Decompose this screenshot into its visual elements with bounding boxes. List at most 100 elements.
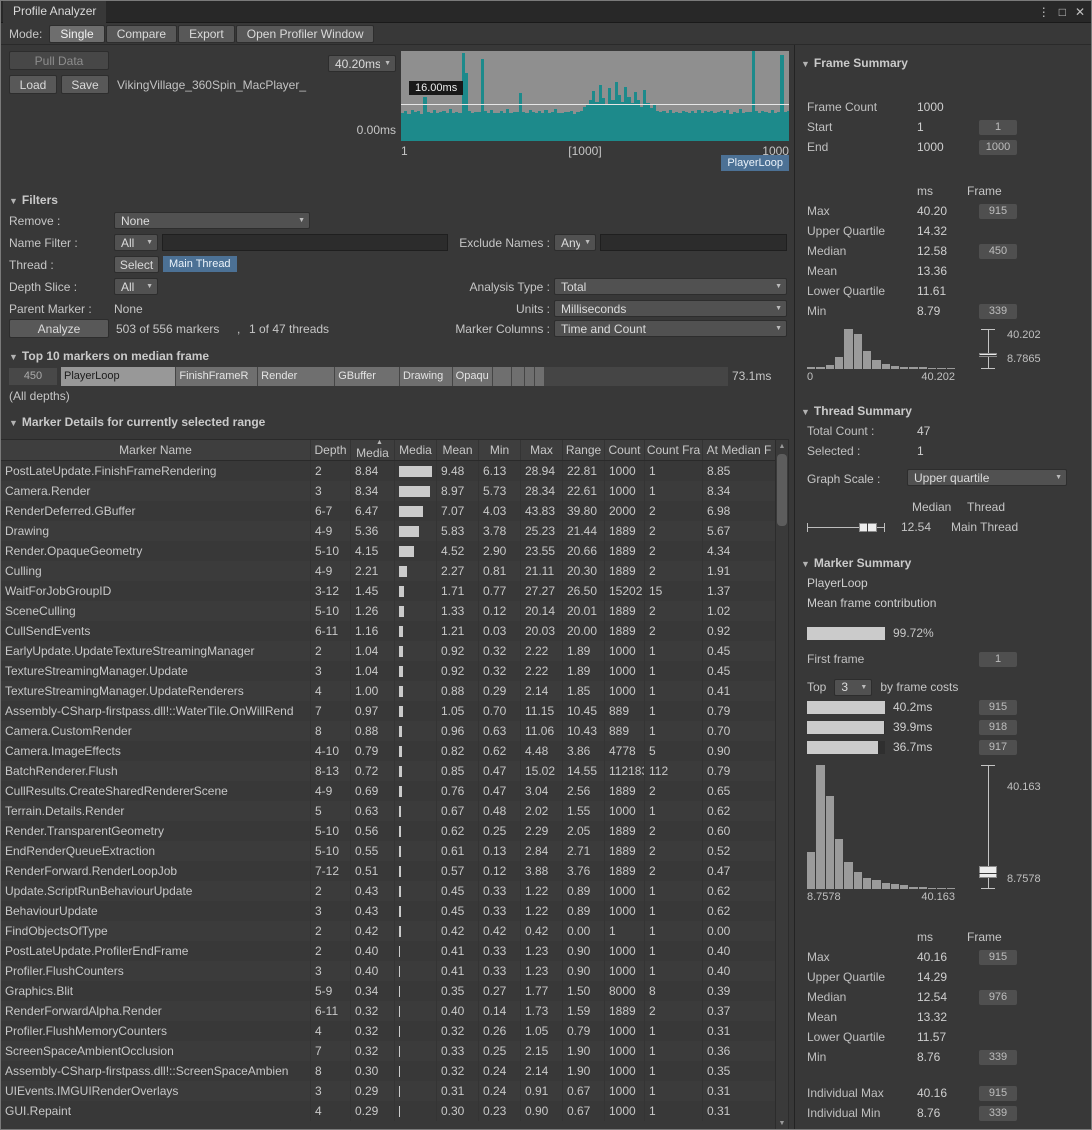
thread-filter-chip[interactable]: Main Thread — [163, 256, 237, 272]
marker-row[interactable]: RenderForwardAlpha.Render6-110.320.400.1… — [1, 1001, 775, 1021]
open-profiler-window-button[interactable]: Open Profiler Window — [236, 25, 375, 43]
marker-row[interactable]: UIEvents.IMGUIRenderOverlays30.290.310.2… — [1, 1081, 775, 1101]
marker-details-header[interactable]: ▼Marker Details for currently selected r… — [9, 415, 265, 429]
column-header[interactable]: Count Fra — [645, 440, 703, 460]
marker-row[interactable]: BehaviourUpdate30.430.450.331.220.891000… — [1, 901, 775, 921]
marker-row[interactable]: RenderDeferred.GBuffer6-76.477.074.0343.… — [1, 501, 775, 521]
top10-marker-segment[interactable] — [535, 367, 543, 386]
marker-row[interactable]: WaitForJobGroupID3-121.451.710.7727.2726… — [1, 581, 775, 601]
thread-name[interactable]: Main Thread — [951, 520, 1018, 534]
depth-slice-dropdown[interactable]: All ▼ — [114, 278, 158, 295]
frame-jump-button[interactable]: 915 — [979, 950, 1017, 965]
marker-row[interactable]: PostLateUpdate.ProfilerEndFrame20.400.41… — [1, 941, 775, 961]
thread-summary-header[interactable]: ▼Thread Summary — [801, 401, 1092, 421]
marker-row[interactable]: Graphics.Blit5-90.340.350.271.771.508000… — [1, 981, 775, 1001]
marker-row[interactable]: SceneCulling5-101.261.330.1220.1420.0118… — [1, 601, 775, 621]
marker-row[interactable]: ScreenSpaceAmbientOcclusion70.320.330.25… — [1, 1041, 775, 1061]
marker-columns-dropdown[interactable]: Time and Count ▼ — [554, 320, 787, 337]
marker-row[interactable]: FindObjectsOfType20.420.420.420.420.0011… — [1, 921, 775, 941]
marker-row[interactable]: Update.ScriptRunBehaviourUpdate20.430.45… — [1, 881, 775, 901]
scroll-up-icon[interactable]: ▲ — [776, 440, 788, 453]
marker-row[interactable]: Camera.CustomRender80.880.960.6311.0610.… — [1, 721, 775, 741]
frame-jump-button[interactable]: 915 — [979, 700, 1017, 715]
frame-jump-button[interactable]: 339 — [979, 1106, 1017, 1121]
frame-jump-button[interactable]: 917 — [979, 740, 1017, 755]
marker-row[interactable]: Assembly-CSharp-firstpass.dll!::ScreenSp… — [1, 1061, 775, 1081]
top10-marker-segment[interactable]: Opaqu — [453, 367, 493, 386]
save-button[interactable]: Save — [61, 75, 109, 94]
column-header[interactable]: Marker Name — [1, 440, 311, 460]
scrollbar-thumb[interactable] — [777, 454, 787, 526]
marker-row[interactable]: Profiler.FlushMemoryCounters40.320.320.2… — [1, 1021, 775, 1041]
column-header[interactable]: Count — [605, 440, 645, 460]
name-filter-mode-dropdown[interactable]: All ▼ — [114, 234, 158, 251]
frame-jump-button[interactable]: 976 — [979, 990, 1017, 1005]
vertical-scrollbar[interactable]: ▲ ▼ — [775, 439, 789, 1130]
frame-jump-button[interactable]: 915 — [979, 1086, 1017, 1101]
top10-marker-segment[interactable]: PlayerLoop — [61, 367, 175, 386]
marker-row[interactable]: TextureStreamingManager.UpdateRenderers4… — [1, 681, 775, 701]
frame-jump-button[interactable]: 339 — [979, 304, 1017, 319]
frame-jump-button[interactable]: 1000 — [979, 140, 1017, 155]
top10-marker-segment[interactable]: FinishFrameR — [176, 367, 257, 386]
top10-marker-segment[interactable] — [493, 367, 510, 386]
window-tab[interactable]: Profile Analyzer — [3, 1, 106, 23]
column-header[interactable]: Range — [563, 440, 605, 460]
frame-jump-button[interactable]: 915 — [979, 204, 1017, 219]
graph-scale-dropdown[interactable]: Upper quartile ▼ — [907, 469, 1067, 486]
kebab-menu-icon[interactable]: ⋮ — [1038, 5, 1050, 19]
analysis-type-dropdown[interactable]: Total ▼ — [554, 278, 787, 295]
exclude-mode-dropdown[interactable]: Any ▼ — [554, 234, 596, 251]
column-header[interactable]: ▲Media — [351, 440, 395, 460]
units-dropdown[interactable]: Milliseconds ▼ — [554, 300, 787, 317]
column-header[interactable]: Media — [395, 440, 437, 460]
frame-summary-header[interactable]: ▼Frame Summary — [801, 53, 1092, 73]
marker-row[interactable]: BatchRenderer.Flush8-130.720.850.4715.02… — [1, 761, 775, 781]
mode-compare-button[interactable]: Compare — [106, 25, 177, 43]
filters-header[interactable]: ▼Filters — [9, 193, 58, 207]
export-button[interactable]: Export — [178, 25, 235, 43]
mode-single-button[interactable]: Single — [49, 25, 104, 43]
marker-row[interactable]: Render.OpaqueGeometry5-104.154.522.9023.… — [1, 541, 775, 561]
remove-dropdown[interactable]: None ▼ — [114, 212, 310, 229]
load-button[interactable]: Load — [9, 75, 57, 94]
marker-row[interactable]: Camera.ImageEffects4-100.790.820.624.483… — [1, 741, 775, 761]
marker-row[interactable]: EarlyUpdate.UpdateTextureStreamingManage… — [1, 641, 775, 661]
marker-row[interactable]: Drawing4-95.365.833.7825.2321.44188925.6… — [1, 521, 775, 541]
top10-header[interactable]: ▼Top 10 markers on median frame — [9, 349, 209, 363]
top10-marker-segment[interactable]: GBuffer — [335, 367, 399, 386]
median-frame-badge[interactable]: 450 — [9, 368, 57, 385]
top10-marker-segment[interactable] — [525, 367, 534, 386]
exclude-names-input[interactable] — [600, 234, 787, 251]
marker-row[interactable]: PostLateUpdate.FinishFrameRendering28.84… — [1, 461, 775, 481]
marker-row[interactable]: GUI.Repaint40.290.300.230.900.67100010.3… — [1, 1101, 775, 1121]
maximize-icon[interactable]: □ — [1059, 5, 1066, 19]
scroll-down-icon[interactable]: ▼ — [776, 1117, 788, 1130]
frame-jump-button[interactable]: 450 — [979, 244, 1017, 259]
frame-jump-button[interactable]: 1 — [979, 120, 1017, 135]
name-filter-input[interactable] — [162, 234, 448, 251]
column-header[interactable]: Max — [521, 440, 563, 460]
marker-row[interactable]: Culling4-92.212.270.8121.1120.30188921.9… — [1, 561, 775, 581]
top-count-dropdown[interactable]: 3 ▼ — [834, 679, 872, 696]
marker-row[interactable]: Profiler.FlushCounters30.400.410.331.230… — [1, 961, 775, 981]
pull-data-button[interactable]: Pull Data — [9, 51, 109, 70]
analyze-button[interactable]: Analyze — [9, 319, 109, 338]
frame-jump-button[interactable]: 339 — [979, 1050, 1017, 1065]
chart-scale-dropdown[interactable]: 40.20ms ▼ — [328, 55, 396, 72]
close-icon[interactable]: ✕ — [1075, 5, 1085, 19]
frame-jump-button[interactable]: 918 — [979, 720, 1017, 735]
frame-timeline-chart[interactable]: 16.00ms — [401, 51, 789, 141]
column-header[interactable]: Depth — [311, 440, 351, 460]
marker-row[interactable]: Camera.Render38.348.975.7328.3422.611000… — [1, 481, 775, 501]
column-header[interactable]: Mean — [437, 440, 479, 460]
frame-jump-button[interactable]: 1 — [979, 652, 1017, 667]
marker-row[interactable]: Assembly-CSharp-firstpass.dll!::WaterTil… — [1, 701, 775, 721]
marker-row[interactable]: Terrain.Details.Render50.630.670.482.021… — [1, 801, 775, 821]
marker-row[interactable]: Render.TransparentGeometry5-100.560.620.… — [1, 821, 775, 841]
marker-summary-header[interactable]: ▼Marker Summary — [801, 553, 1092, 573]
top10-marker-segment[interactable]: Drawing — [400, 367, 452, 386]
selected-marker-chip[interactable]: PlayerLoop — [721, 155, 789, 171]
marker-row[interactable]: RenderForward.RenderLoopJob7-120.510.570… — [1, 861, 775, 881]
marker-row[interactable]: EndRenderQueueExtraction5-100.550.610.13… — [1, 841, 775, 861]
